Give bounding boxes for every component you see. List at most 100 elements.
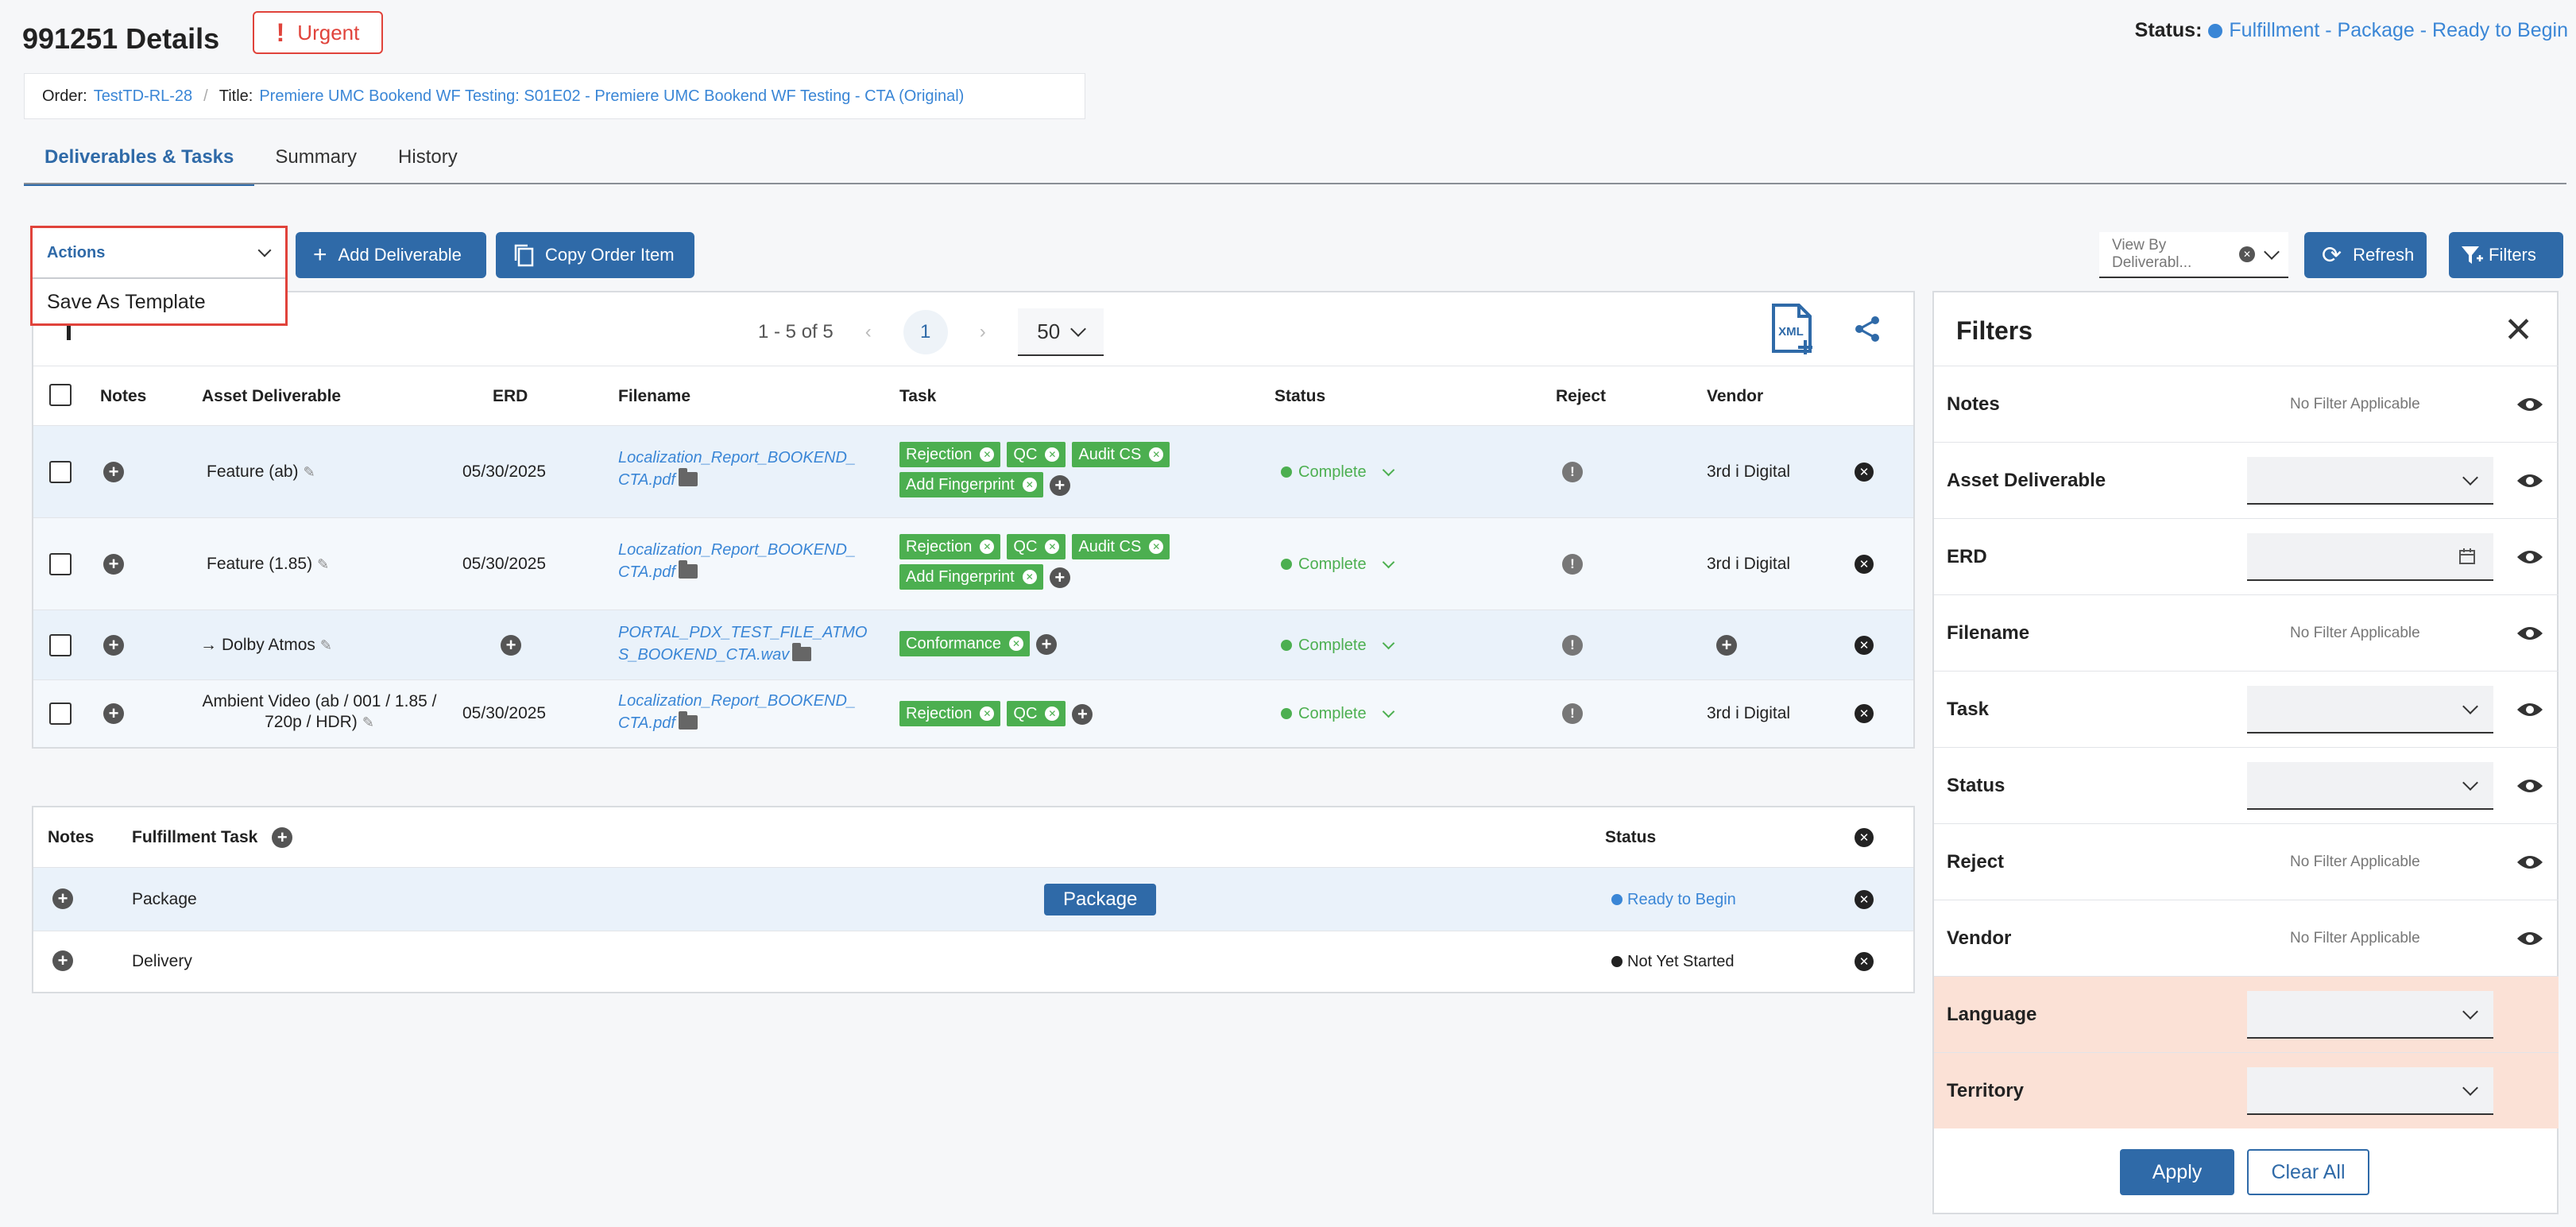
eye-icon[interactable] (2516, 395, 2544, 414)
refresh-button[interactable]: ⟳ Refresh (2304, 232, 2427, 278)
status-dropdown[interactable]: Complete (1281, 458, 1394, 486)
tab-deliverables-tasks[interactable]: Deliverables & Tasks (24, 146, 255, 186)
folder-icon[interactable] (678, 711, 698, 730)
filename-link[interactable]: Localization_Report_BOOKEND_CTA.pdf (618, 449, 856, 489)
remove-tag-icon[interactable]: ✕ (1009, 637, 1024, 651)
remove-row-icon[interactable]: ✕ (1855, 890, 1874, 909)
remove-row-icon[interactable]: ✕ (1855, 952, 1874, 971)
next-page-icon[interactable]: › (980, 321, 986, 343)
remove-row-icon[interactable]: ✕ (1855, 555, 1874, 574)
reject-icon[interactable]: ! (1562, 554, 1583, 575)
add-task-icon[interactable]: + (1072, 704, 1093, 725)
status-filter-select[interactable] (2247, 761, 2493, 810)
status-dropdown[interactable]: Complete (1281, 699, 1394, 728)
eye-icon[interactable] (2516, 929, 2544, 948)
remove-tag-icon[interactable]: ✕ (1045, 540, 1060, 554)
order-link[interactable]: TestTD-RL-28 (94, 87, 192, 106)
remove-row-icon[interactable]: ✕ (1855, 704, 1874, 723)
view-by-select[interactable]: View By Deliverabl... ✕ (2099, 232, 2288, 278)
actions-select[interactable]: Actions (33, 228, 285, 279)
remove-row-icon[interactable]: ✕ (1855, 463, 1874, 482)
clear-all-button[interactable]: Clear All (2247, 1149, 2369, 1195)
select-all-checkbox[interactable] (49, 384, 72, 406)
xml-export-icon[interactable]: XML (1770, 304, 1815, 356)
page-size-select[interactable]: 50 (1017, 308, 1104, 356)
apply-button[interactable]: Apply (2120, 1149, 2234, 1195)
table-row[interactable]: + Package Package Ready to Begin ✕ (33, 868, 1913, 931)
add-fulfillment-task-icon[interactable]: + (272, 827, 293, 848)
table-row[interactable]: + Feature (1.85) ✎ 05/30/2025 Localizatio… (33, 518, 1913, 610)
eye-icon[interactable] (2516, 624, 2544, 643)
add-deliverable-button[interactable]: + Add Deliverable (296, 232, 486, 278)
eye-icon[interactable] (2516, 548, 2544, 567)
copy-order-item-button[interactable]: Copy Order Item (496, 232, 694, 278)
task-tag[interactable]: QC ✕ (1007, 534, 1066, 559)
task-tag[interactable]: Rejection ✕ (899, 534, 1001, 559)
row-checkbox[interactable] (49, 634, 72, 656)
erd-filter-date[interactable] (2247, 532, 2493, 581)
add-note-icon[interactable]: + (103, 462, 124, 482)
add-note-icon[interactable]: + (103, 635, 124, 656)
current-page[interactable]: 1 (903, 310, 948, 354)
package-button[interactable]: Package (1044, 884, 1157, 915)
reject-icon[interactable]: ! (1562, 462, 1583, 482)
row-checkbox[interactable] (49, 461, 72, 483)
remove-tag-icon[interactable]: ✕ (980, 447, 995, 462)
status-dropdown[interactable]: Complete (1281, 550, 1394, 579)
reject-icon[interactable]: ! (1562, 703, 1583, 724)
task-tag[interactable]: QC ✕ (1007, 701, 1066, 726)
prev-page-icon[interactable]: ‹ (865, 321, 872, 343)
tab-history[interactable]: History (377, 146, 478, 186)
eye-icon[interactable] (2516, 776, 2544, 795)
task-tag[interactable]: Conformance ✕ (899, 631, 1031, 656)
add-vendor-icon[interactable]: + (1716, 635, 1737, 656)
filename-link[interactable]: Localization_Report_BOOKEND_CTA.pdf (618, 692, 856, 732)
remove-row-icon[interactable]: ✕ (1855, 636, 1874, 655)
task-tag[interactable]: Rejection ✕ (899, 442, 1001, 467)
table-row[interactable]: + Delivery Not Yet Started ✕ (33, 931, 1913, 993)
remove-tag-icon[interactable]: ✕ (1045, 447, 1060, 462)
table-row[interactable]: + Feature (ab) ✎ 05/30/2025 Localization_… (33, 426, 1913, 518)
add-note-icon[interactable]: + (52, 888, 73, 909)
title-link[interactable]: Premiere UMC Bookend WF Testing: S01E02 … (259, 87, 964, 106)
status-dropdown[interactable]: Complete (1281, 631, 1394, 660)
reject-icon[interactable]: ! (1562, 635, 1583, 656)
remove-tag-icon[interactable]: ✕ (1045, 706, 1060, 721)
task-tag[interactable]: Add Fingerprint ✕ (899, 564, 1043, 590)
add-erd-icon[interactable]: + (501, 635, 521, 656)
remove-tag-icon[interactable]: ✕ (1149, 447, 1164, 462)
row-checkbox[interactable] (49, 553, 72, 575)
table-row[interactable]: + Ambient Video (ab / 001 / 1.85 / 720p … (33, 680, 1913, 747)
task-filter-select[interactable] (2247, 685, 2493, 733)
add-task-icon[interactable]: + (1049, 567, 1070, 588)
filters-button[interactable]: Filters (2449, 232, 2563, 278)
eye-icon[interactable] (2516, 853, 2544, 872)
filename-link[interactable]: Localization_Report_BOOKEND_CTA.pdf (618, 541, 856, 581)
actions-dropdown[interactable]: Actions Save As Template (30, 226, 288, 326)
remove-tag-icon[interactable]: ✕ (1022, 570, 1037, 584)
task-tag[interactable]: Audit CS ✕ (1072, 534, 1170, 559)
folder-icon[interactable] (678, 560, 698, 579)
add-task-icon[interactable]: + (1036, 634, 1058, 655)
eye-icon[interactable] (2516, 700, 2544, 719)
row-checkbox[interactable] (49, 703, 72, 725)
eye-icon[interactable] (2516, 471, 2544, 490)
close-icon[interactable]: ✕ (2504, 310, 2533, 350)
task-tag[interactable]: Add Fingerprint ✕ (899, 472, 1043, 497)
add-task-icon[interactable]: + (1049, 475, 1070, 496)
filename-link[interactable]: PORTAL_PDX_TEST_FILE_ATMOS_BOOKEND_CTA.w… (618, 624, 867, 664)
task-tag[interactable]: QC ✕ (1007, 442, 1066, 467)
add-note-icon[interactable]: + (103, 554, 124, 575)
remove-tag-icon[interactable]: ✕ (1022, 478, 1037, 492)
tab-summary[interactable]: Summary (254, 146, 377, 186)
edit-icon[interactable]: ✎ (362, 712, 374, 733)
table-row[interactable]: + → Dolby Atmos ✎ + PORTAL_PDX_TEST_FILE_A… (33, 610, 1913, 680)
task-tag[interactable]: Rejection ✕ (899, 701, 1001, 726)
folder-icon[interactable] (792, 643, 812, 661)
clear-icon[interactable]: ✕ (2239, 246, 2255, 262)
edit-icon[interactable]: ✎ (320, 637, 332, 654)
remove-tag-icon[interactable]: ✕ (980, 540, 995, 554)
save-as-template-option[interactable]: Save As Template (33, 279, 285, 325)
calendar-icon[interactable] (2458, 548, 2476, 565)
remove-all-icon[interactable]: ✕ (1855, 828, 1874, 847)
